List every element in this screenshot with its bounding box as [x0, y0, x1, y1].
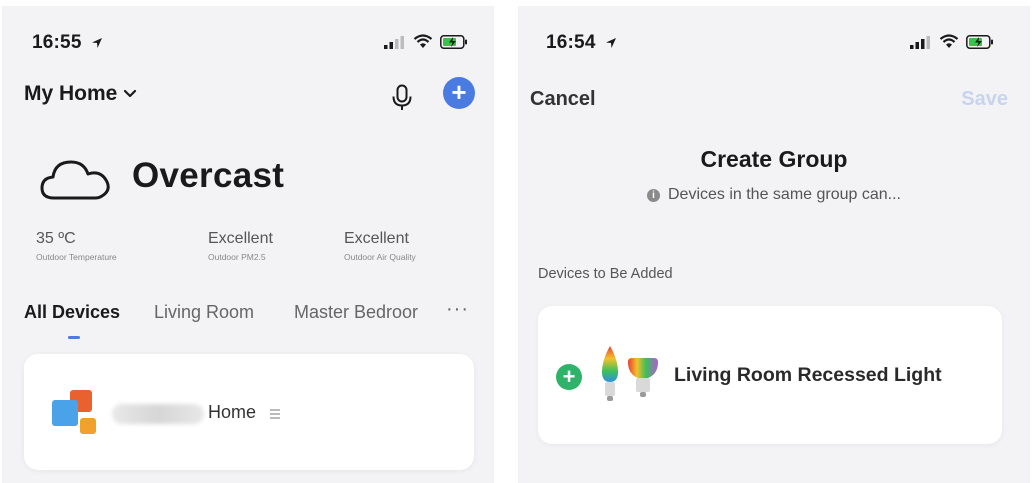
signal-icon [910, 35, 930, 49]
stat-label: Outdoor Temperature [36, 252, 117, 262]
info-icon: i [646, 188, 660, 202]
drag-handle-icon [270, 409, 280, 419]
time-text: 16:54 [546, 32, 596, 53]
section-label: Devices to Be Added [538, 266, 673, 282]
voice-button[interactable] [391, 84, 413, 117]
stat-temperature: 35 ºC Outdoor Temperature [36, 230, 117, 262]
add-device-button[interactable]: + [443, 77, 475, 109]
stat-value: 35 ºC [36, 230, 76, 247]
bulb-icon [602, 346, 658, 401]
status-bar-icons [384, 34, 468, 49]
room-tabs: All Devices Living Room Master Bedroor ·… [24, 298, 494, 342]
cancel-button[interactable]: Cancel [530, 88, 596, 111]
create-group-screen: 16:54 Cancel Save Create Group i Devices… [518, 6, 1030, 483]
stat-pm25: Excellent Outdoor PM2.5 [208, 230, 273, 262]
group-info[interactable]: i Devices in the same group can... [518, 186, 1030, 204]
device-card-name: Home [208, 402, 257, 422]
stat-label: Outdoor PM2.5 [208, 252, 266, 262]
status-bar-icons [910, 34, 994, 49]
page-title: Create Group [700, 146, 848, 172]
redacted-name [112, 404, 204, 424]
location-arrow-icon [606, 37, 617, 48]
home-title-text: My Home [24, 82, 118, 105]
home-selector[interactable]: My Home [24, 82, 137, 106]
tab-master-bedroom[interactable]: Master Bedroor [294, 302, 418, 323]
info-text: Devices in the same group can... [667, 186, 901, 203]
device-card[interactable]: Home [24, 354, 474, 470]
wifi-icon [939, 34, 959, 48]
battery-charging-icon [440, 34, 467, 49]
device-name: Living Room Recessed Light [674, 364, 942, 386]
stat-value: Excellent [344, 230, 409, 247]
save-button[interactable]: Save [961, 88, 1008, 111]
tab-all-devices[interactable]: All Devices [24, 302, 120, 323]
tab-living-room[interactable]: Living Room [154, 302, 254, 323]
weather-condition: Overcast [132, 156, 285, 195]
more-icon[interactable]: ··· [446, 298, 469, 321]
device-to-add-card: + Living Room Recessed Light [538, 306, 1002, 444]
plus-icon: + [562, 364, 576, 389]
time-text: 16:55 [32, 32, 82, 53]
battery-charging-icon [966, 34, 993, 49]
stat-air-quality: Excellent Outdoor Air Quality [344, 230, 416, 262]
stat-value: Excellent [208, 230, 273, 247]
status-bar-time: 16:55 [32, 32, 103, 54]
location-arrow-icon [92, 37, 103, 48]
add-device-to-group-button[interactable]: + [556, 364, 582, 390]
signal-icon [384, 35, 404, 49]
active-tab-indicator [68, 336, 80, 339]
plus-icon: + [451, 77, 467, 107]
cloud-icon [40, 160, 110, 200]
microphone-icon [392, 84, 412, 110]
home-screen: 16:55 My Home + Overcast 35 ºC Outdoor T… [2, 6, 494, 483]
home-logo-icon [52, 390, 100, 438]
chevron-down-icon [124, 89, 137, 98]
stat-label: Outdoor Air Quality [344, 252, 416, 262]
wifi-icon [413, 34, 433, 48]
status-bar-time: 16:54 [546, 32, 617, 54]
